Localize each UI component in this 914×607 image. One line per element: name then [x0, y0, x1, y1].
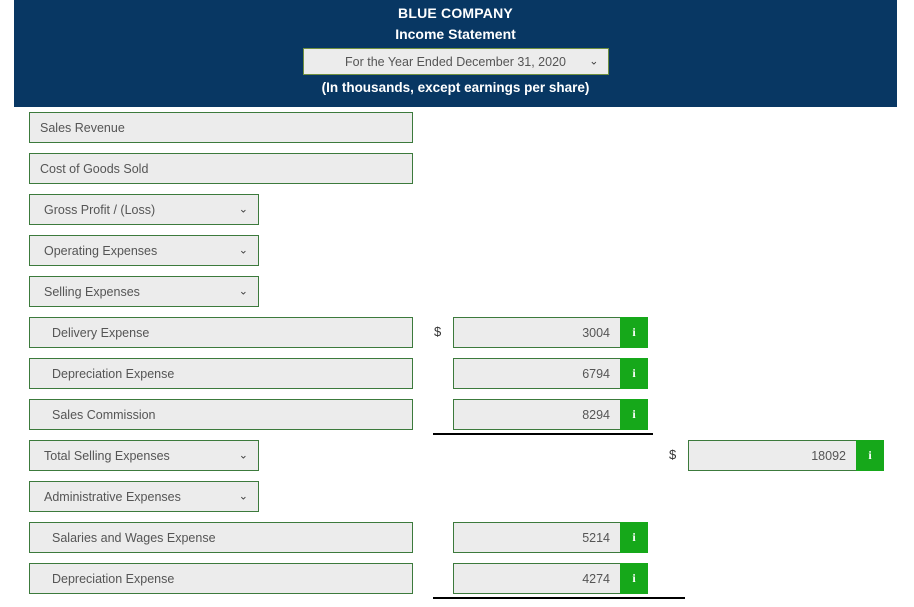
- amount-input-total-selling-expenses[interactable]: 18092: [688, 440, 856, 471]
- statement-row: Depreciation Expense 6794 i: [0, 358, 914, 399]
- chevron-down-icon: ⌄: [238, 244, 248, 256]
- account-select-administrative-expenses[interactable]: Administrative Expenses ⌄: [29, 481, 259, 512]
- account-label: Cost of Goods Sold: [40, 161, 149, 176]
- account-label: Sales Commission: [52, 407, 156, 422]
- account-input-depreciation-expense[interactable]: Depreciation Expense: [29, 563, 413, 594]
- amount-value: 4274: [582, 571, 610, 586]
- subtotal-rule: [433, 433, 653, 435]
- period-select[interactable]: For the Year Ended December 31, 2020 ⌄: [302, 48, 609, 75]
- income-statement-rows: Sales Revenue Cost of Goods Sold Gross Pro…: [0, 112, 914, 604]
- account-select-gross-profit-loss[interactable]: Gross Profit / (Loss) ⌄: [29, 194, 259, 225]
- account-label: Gross Profit / (Loss): [44, 202, 156, 217]
- chevron-down-icon: ⌄: [238, 285, 248, 297]
- statement-row: Sales Commission 8294 i: [0, 399, 914, 440]
- statement-row: Sales Revenue: [0, 112, 914, 153]
- subtotal-rule: [433, 597, 685, 599]
- statement-row: Depreciation Expense 4274 i: [0, 563, 914, 604]
- amount-value: 3004: [582, 325, 610, 340]
- amount-input-sales-commission[interactable]: 8294: [453, 399, 620, 430]
- account-label: Operating Expenses: [44, 243, 158, 258]
- account-input-sales-commission[interactable]: Sales Commission: [29, 399, 413, 430]
- amount-input-delivery-expense[interactable]: 3004: [453, 317, 620, 348]
- info-icon: i: [632, 571, 636, 585]
- amount-value: 5214: [582, 530, 610, 545]
- account-label: Depreciation Expense: [52, 366, 175, 381]
- info-icon-button[interactable]: i: [620, 399, 648, 430]
- account-select-total-selling-expenses[interactable]: Total Selling Expenses ⌄: [29, 440, 259, 471]
- account-label: Sales Revenue: [40, 120, 125, 135]
- info-icon: i: [632, 407, 636, 421]
- amount-group: 3004 i: [453, 317, 648, 348]
- account-input-salaries-and-wages-expense[interactable]: Salaries and Wages Expense: [29, 522, 413, 553]
- account-label: Delivery Expense: [52, 325, 150, 340]
- info-icon: i: [632, 325, 636, 339]
- amount-group: 8294 i: [453, 399, 648, 430]
- account-input-cost-of-goods-sold[interactable]: Cost of Goods Sold: [29, 153, 413, 184]
- account-select-operating-expenses[interactable]: Operating Expenses ⌄: [29, 235, 259, 266]
- statement-row: Total Selling Expenses ⌄ $18092 i: [0, 440, 914, 481]
- amount-value: 8294: [582, 407, 610, 422]
- info-icon: i: [632, 366, 636, 380]
- statement-title: Income Statement: [395, 26, 516, 42]
- chevron-down-icon: ⌄: [589, 55, 599, 67]
- info-icon-button[interactable]: i: [620, 317, 648, 348]
- statement-row: Salaries and Wages Expense 5214 i: [0, 522, 914, 563]
- statement-row: Administrative Expenses ⌄: [0, 481, 914, 522]
- info-icon-button[interactable]: i: [856, 440, 884, 471]
- info-icon: i: [868, 448, 872, 462]
- account-label: Selling Expenses: [44, 284, 140, 299]
- amount-value: 18092: [811, 448, 846, 463]
- statement-row: Operating Expenses ⌄: [0, 235, 914, 276]
- account-input-depreciation-expense[interactable]: Depreciation Expense: [29, 358, 413, 389]
- info-icon-button[interactable]: i: [620, 522, 648, 553]
- units-note: (In thousands, except earnings per share…: [321, 80, 590, 95]
- company-name: BLUE COMPANY: [398, 5, 513, 21]
- amount-input-depreciation-expense[interactable]: 4274: [453, 563, 620, 594]
- account-label: Total Selling Expenses: [44, 448, 170, 463]
- account-label: Depreciation Expense: [52, 571, 175, 586]
- statement-header: BLUE COMPANY Income Statement For the Ye…: [14, 0, 897, 107]
- account-input-sales-revenue[interactable]: Sales Revenue: [29, 112, 413, 143]
- amount-group: 5214 i: [453, 522, 648, 553]
- chevron-down-icon: ⌄: [238, 449, 248, 461]
- info-icon: i: [632, 530, 636, 544]
- info-icon-button[interactable]: i: [620, 563, 648, 594]
- amount-group: 18092 i: [688, 440, 884, 471]
- currency-symbol: $: [434, 324, 442, 339]
- account-input-delivery-expense[interactable]: Delivery Expense: [29, 317, 413, 348]
- account-label: Administrative Expenses: [44, 489, 181, 504]
- account-select-selling-expenses[interactable]: Selling Expenses ⌄: [29, 276, 259, 307]
- amount-input-salaries-and-wages-expense[interactable]: 5214: [453, 522, 620, 553]
- account-label: Salaries and Wages Expense: [52, 530, 216, 545]
- chevron-down-icon: ⌄: [238, 203, 248, 215]
- amount-group: 6794 i: [453, 358, 648, 389]
- statement-row: Selling Expenses ⌄: [0, 276, 914, 317]
- statement-row: Cost of Goods Sold: [0, 153, 914, 194]
- amount-value: 6794: [582, 366, 610, 381]
- chevron-down-icon: ⌄: [238, 490, 248, 502]
- amount-group: 4274 i: [453, 563, 648, 594]
- period-select-wrapper: For the Year Ended December 31, 2020 ⌄: [14, 48, 897, 75]
- statement-row: Delivery Expense $3004 i: [0, 317, 914, 358]
- statement-row: Gross Profit / (Loss) ⌄: [0, 194, 914, 235]
- amount-input-depreciation-expense[interactable]: 6794: [453, 358, 620, 389]
- info-icon-button[interactable]: i: [620, 358, 648, 389]
- currency-symbol: $: [669, 447, 677, 462]
- period-select-value: For the Year Ended December 31, 2020: [345, 54, 566, 69]
